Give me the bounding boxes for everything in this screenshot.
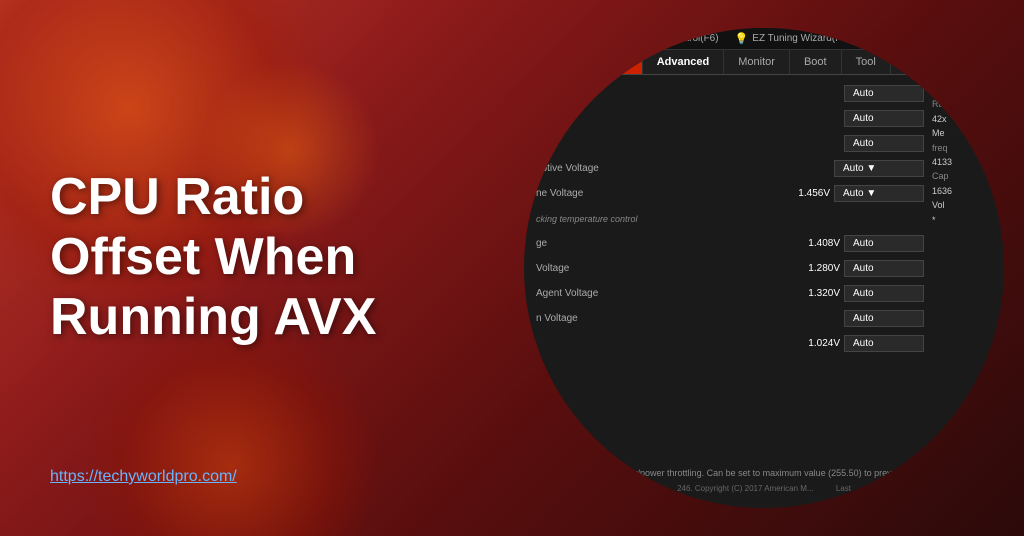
right-info-cap-value: 1636 — [932, 184, 992, 198]
bios-nav: Extreme Tweaker Advanced Monitor Boot To… — [524, 50, 1004, 75]
last-label: Last — [836, 484, 851, 493]
right-info-ratio-label: Ratio — [932, 97, 992, 111]
bulb-icon: 💡 — [735, 32, 749, 45]
bios-footer: current limit for frequency/power thrott… — [524, 468, 1004, 478]
tab-advanced[interactable]: Advanced — [643, 50, 725, 74]
bios-right-panel: 10. Ratio 42x Me freq 4133 Cap 1636 Vol … — [932, 83, 992, 358]
row-1280-label: Voltage — [536, 263, 808, 274]
star-icon: ★ — [532, 32, 542, 45]
nit-max-label: nit Max. — [536, 88, 844, 99]
tab-tool[interactable]: Tool — [842, 50, 891, 74]
ez-tuning-menu[interactable]: 💡 EZ Tuning Wizard(F11) — [735, 32, 855, 45]
copyright-text: 246. Copyright (C) 2017 American M... — [677, 484, 814, 493]
voltage-1456-value[interactable]: Auto ▼ — [834, 185, 924, 202]
voltage-1320-reading: 1.320V — [808, 288, 840, 299]
qfan-label: Qfan Control(F6) — [644, 33, 719, 44]
fan-icon: ⚙ — [630, 32, 640, 45]
voltage-1024-reading: 1.024V — [808, 338, 840, 349]
row-1408-label: ge — [536, 238, 808, 249]
temp-control-label: cking temperature control — [536, 214, 924, 224]
right-info-cap-label: Cap — [932, 169, 992, 183]
bios-row-voltage-1456: ne Voltage 1.456V Auto ▼ — [536, 183, 924, 203]
row-1024-value[interactable]: Auto — [844, 335, 924, 352]
auto1-value[interactable]: Auto — [844, 110, 924, 127]
tab-boot[interactable]: Boot — [790, 50, 842, 74]
tio-value[interactable]: Auto — [844, 135, 924, 152]
voltage-1456-label: ne Voltage — [536, 188, 798, 199]
bios-screenshot-circle: ★ MyFavorite(F3) ⚙ Qfan Control(F6) 💡 EZ… — [524, 28, 1004, 508]
tab-extreme-tweaker[interactable]: Extreme Tweaker — [524, 50, 643, 74]
right-info-ratio-value: 42x — [932, 112, 992, 126]
adaptive-value[interactable]: Auto ▼ — [834, 160, 924, 177]
bios-main-panel: nit Max. Auto Auto tio Auto aptive Volta… — [536, 83, 924, 358]
row-1280-value[interactable]: Auto — [844, 260, 924, 277]
voltage-1408-reading: 1.408V — [808, 238, 840, 249]
website-link[interactable]: https://techyworldpro.com/ — [50, 468, 237, 486]
right-info-freq-label: freq — [932, 141, 992, 155]
myfavorite-menu[interactable]: ★ MyFavorite(F3) — [532, 32, 614, 45]
bios-row-1408: ge 1.408V Auto — [536, 233, 924, 253]
bios-row-nit-max: nit Max. Auto — [536, 83, 924, 103]
n-voltage-value[interactable]: Auto — [844, 310, 924, 327]
right-info-line1: 10. — [932, 83, 992, 97]
right-info-content: 10. Ratio 42x Me freq 4133 Cap 1636 Vol … — [932, 83, 992, 227]
bios-screen: ★ MyFavorite(F3) ⚙ Qfan Control(F6) 💡 EZ… — [524, 28, 1004, 508]
n-voltage-label: n Voltage — [536, 313, 844, 324]
bios-row-n-voltage: n Voltage Auto — [536, 308, 924, 328]
tab-monitor[interactable]: Monitor — [724, 50, 790, 74]
bios-row-adaptive: aptive Voltage Auto ▼ — [536, 158, 924, 178]
bios-row-1280: Voltage 1.280V Auto — [536, 258, 924, 278]
right-info-me-label: Me — [932, 126, 992, 140]
ez-tuning-label: EZ Tuning Wizard(F11) — [752, 33, 855, 44]
bios-copyright: 246. Copyright (C) 2017 American M... La… — [524, 484, 1004, 493]
myfavorite-label: MyFavorite(F3) — [546, 33, 614, 44]
bios-row-temp-control: cking temperature control — [536, 208, 924, 228]
right-info-asterisk: * — [932, 213, 992, 227]
left-content: CPU RatioOffset WhenRunning AVX https://… — [50, 0, 530, 536]
bios-row-1024: 1.024V Auto — [536, 333, 924, 353]
voltage-1280-reading: 1.280V — [808, 263, 840, 274]
tab-more[interactable]: E... — [891, 50, 937, 74]
nit-max-value[interactable]: Auto — [844, 85, 924, 102]
row-1320-value[interactable]: Auto — [844, 285, 924, 302]
adaptive-label: aptive Voltage — [536, 163, 834, 174]
tio-label: tio — [536, 138, 844, 149]
bios-footer-text: current limit for frequency/power thrott… — [536, 468, 941, 478]
bios-row-auto1: Auto — [536, 108, 924, 128]
bios-content: nit Max. Auto Auto tio Auto aptive Volta… — [524, 75, 1004, 366]
qfan-menu[interactable]: ⚙ Qfan Control(F6) — [630, 32, 719, 45]
bios-row-1320: Agent Voltage 1.320V Auto — [536, 283, 924, 303]
row-1408-value[interactable]: Auto — [844, 235, 924, 252]
page-title: CPU RatioOffset WhenRunning AVX — [50, 168, 530, 347]
right-info-vol-label: Vol — [932, 198, 992, 212]
bios-row-tio: tio Auto — [536, 133, 924, 153]
bios-menubar: ★ MyFavorite(F3) ⚙ Qfan Control(F6) 💡 EZ… — [524, 28, 1004, 50]
voltage-1456-reading: 1.456V — [798, 188, 830, 199]
right-info-freq-value: 4133 — [932, 155, 992, 169]
row-1320-label: Agent Voltage — [536, 288, 808, 299]
